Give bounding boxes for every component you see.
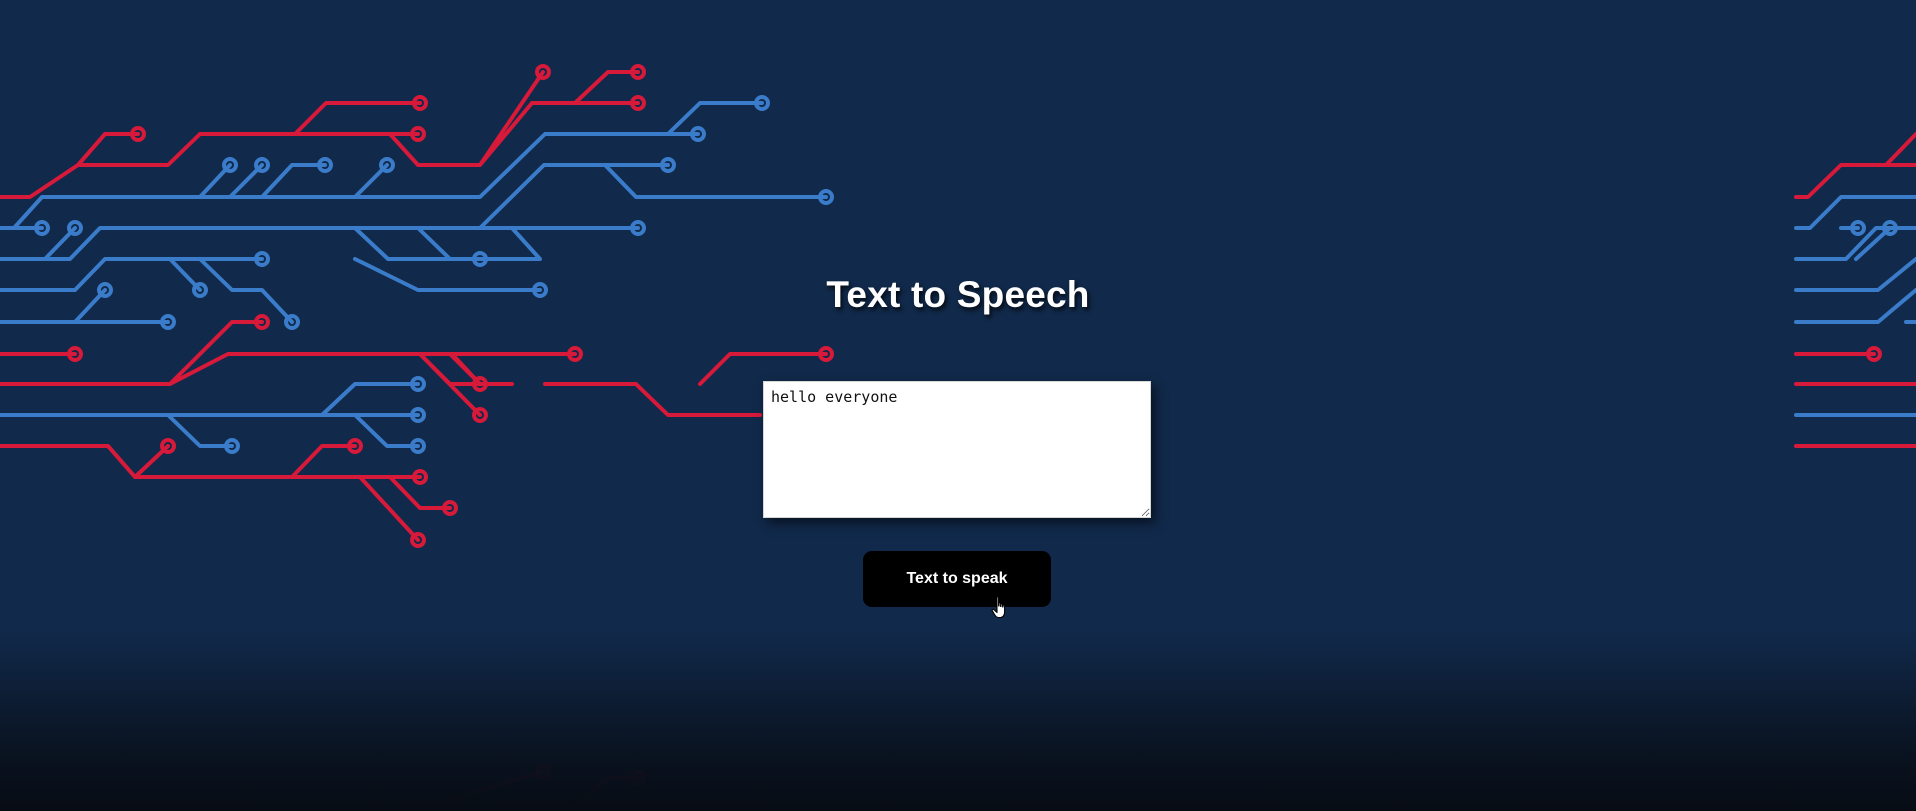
circuit-pattern-right-icon (1794, 132, 1916, 448)
circuit-reflection-icon (298, 764, 646, 811)
text-to-speak-button[interactable]: Text to speak (863, 551, 1051, 607)
page-background: Text to Speech hello everyone Text to sp… (0, 0, 1916, 811)
bottom-fade (0, 631, 1916, 811)
page-title: Text to Speech (826, 274, 1090, 315)
text-input[interactable]: hello everyone (763, 381, 1151, 518)
hand-pointer-icon (991, 596, 1006, 619)
